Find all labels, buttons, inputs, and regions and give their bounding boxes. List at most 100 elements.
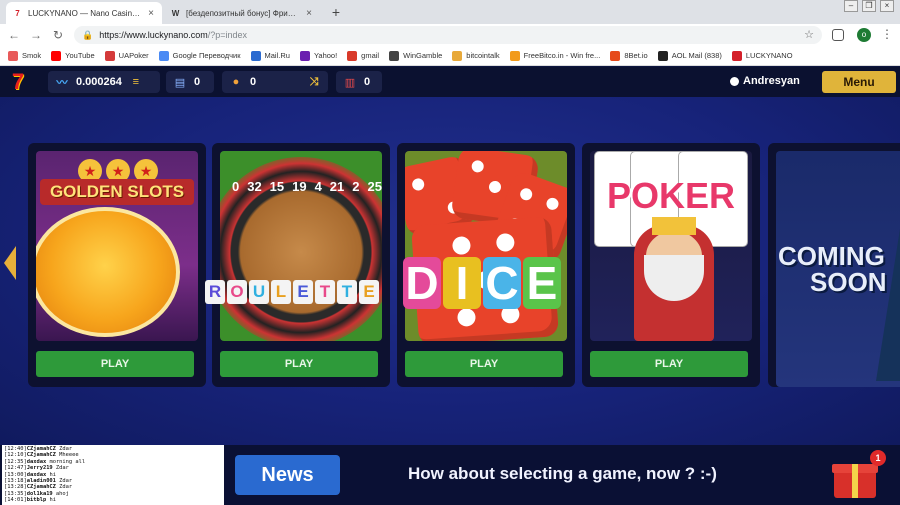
game-card-roulette[interactable]: 0 32 15 19 4 21 2 25 PLAY: [212, 143, 390, 387]
roulette-letter: T: [315, 280, 335, 304]
bookmark-favicon-icon: [51, 50, 62, 61]
dice-letter: C: [483, 257, 521, 309]
dice-letter: E: [523, 257, 561, 309]
gift-button[interactable]: 1: [832, 450, 886, 498]
browser-menu-icon[interactable]: ⋮: [881, 27, 893, 41]
bookmark-favicon-icon: [250, 50, 261, 61]
tab-title: LUCKYNANO — Nano Casino & Nano: [28, 8, 141, 18]
dice-logo-text: DICE: [403, 257, 561, 309]
chat-text: morning all: [46, 458, 86, 465]
url-path: /?p=index: [207, 30, 248, 40]
close-window-icon[interactable]: ×: [880, 0, 894, 12]
profile-avatar[interactable]: o: [857, 28, 871, 42]
menu-button[interactable]: Menu: [822, 71, 896, 93]
game-card-poker[interactable]: POKER PLAY: [582, 143, 760, 387]
new-tab-button[interactable]: +: [327, 3, 345, 21]
bookmark-label: YouTube: [65, 51, 95, 60]
game-card-golden-slots[interactable]: ★ ★ ★ GOLDEN SLOTS PLAY: [28, 143, 206, 387]
bookmark-item[interactable]: Yahoo!: [299, 50, 337, 61]
bookmark-item[interactable]: LUCKYNANO: [731, 50, 793, 61]
dice-art[interactable]: [405, 151, 567, 341]
chat-user[interactable]: daxdax: [27, 459, 46, 465]
extension-icon[interactable]: [832, 29, 844, 41]
bookmark-item[interactable]: AOL Mail (838): [657, 50, 722, 61]
poker-title: POKER: [606, 175, 736, 216]
play-roulette-button[interactable]: PLAY: [220, 351, 378, 377]
balance-value: 0.000264: [76, 76, 122, 88]
bookmark-favicon-icon: [299, 50, 310, 61]
back-icon[interactable]: ←: [6, 27, 22, 43]
tab-bonus[interactable]: W [бездепозитный бонус] Фриспины ×: [164, 2, 320, 24]
play-poker-button[interactable]: PLAY: [590, 351, 748, 377]
bookmark-item[interactable]: YouTube: [51, 50, 95, 61]
golden-slots-art[interactable]: ★ ★ ★ GOLDEN SLOTS: [36, 151, 198, 341]
cards-display[interactable]: ▥ 0: [336, 71, 382, 93]
restore-icon[interactable]: ❐: [862, 0, 876, 12]
bookmark-label: bitcointalk: [466, 51, 500, 60]
close-tab-icon[interactable]: ×: [304, 8, 314, 19]
chat-text: Zdar: [55, 484, 73, 491]
roulette-art[interactable]: 0 32 15 19 4 21 2 25: [220, 151, 382, 341]
roulette-numbers: 0 32 15 19 4 21 2 25: [232, 179, 382, 194]
user-profile[interactable]: Andresyan: [730, 75, 800, 87]
close-tab-icon[interactable]: ×: [146, 8, 156, 19]
carousel-prev-arrow-icon[interactable]: [4, 246, 16, 280]
tab-luckynano[interactable]: 7 LUCKYNANO — Nano Casino & Nano ×: [6, 2, 162, 24]
bookmark-favicon-icon: [158, 50, 169, 61]
bookmark-label: UAPoker: [118, 51, 149, 60]
coin-stack-icon: ≡: [132, 76, 140, 88]
minimize-icon[interactable]: –: [844, 0, 858, 12]
game-card-coming-soon: COMING SOON: [768, 143, 900, 387]
coins-display[interactable]: ● 0 ⤨: [222, 71, 328, 93]
play-dice-button[interactable]: PLAY: [405, 351, 563, 377]
address-bar[interactable]: 🔒 https://www.luckynano.com/?p=index ☆: [74, 26, 822, 44]
roulette-number: 15: [269, 179, 285, 194]
bookmark-label: Smok: [22, 51, 42, 60]
chat-user[interactable]: bitblp: [27, 497, 46, 503]
roulette-number: 25: [367, 179, 382, 194]
bookmark-item[interactable]: Mail.Ru: [250, 50, 290, 61]
chat-text: hi: [46, 471, 56, 478]
bookmark-item[interactable]: WinGamble: [389, 50, 443, 61]
chat-user[interactable]: Jerry219: [27, 465, 53, 471]
bookmark-label: LUCKYNANO: [745, 51, 793, 60]
roulette-number: 4: [314, 179, 322, 194]
shuffle-icon: ⤨: [309, 75, 319, 88]
chat-box[interactable]: [12:40]CZjamahCZ Zdar [12:10]CZjamahCZ Mh…: [2, 445, 224, 505]
site-header: 7 〰 0.000264 ≡ ▤ 0 ● 0 ⤨ ▥ 0 Andresyan M…: [0, 67, 900, 97]
roulette-number: 19: [292, 179, 307, 194]
balance-display[interactable]: 〰 0.000264 ≡: [48, 71, 160, 93]
bookmark-favicon-icon: [389, 50, 400, 61]
tickets-display[interactable]: ▤ 0: [166, 71, 214, 93]
user-icon: [730, 76, 739, 86]
luckynano-favicon-icon: 7: [15, 8, 20, 18]
forward-icon[interactable]: →: [28, 27, 44, 43]
bookmark-label: WinGamble: [403, 51, 443, 60]
bookmark-item[interactable]: FreeBitco.in - Win fre...: [509, 50, 601, 61]
news-button[interactable]: News: [235, 455, 340, 495]
chat-user[interactable]: CZjamahCZ: [27, 452, 56, 458]
reload-icon[interactable]: ↻: [50, 27, 66, 43]
bookmark-item[interactable]: Google Переводчик: [158, 50, 241, 61]
poker-art[interactable]: POKER: [590, 151, 752, 341]
bookmark-item[interactable]: Smok: [8, 50, 42, 61]
bookmark-item[interactable]: UAPoker: [104, 50, 149, 61]
bookmark-star-icon[interactable]: ☆: [804, 28, 814, 41]
roulette-number: 0: [232, 179, 240, 194]
chat-user[interactable]: daxdax: [27, 472, 46, 478]
site-logo[interactable]: 7: [6, 70, 30, 94]
username: Andresyan: [743, 75, 800, 87]
bookmark-favicon-icon: [347, 50, 358, 61]
game-carousel: ★ ★ ★ GOLDEN SLOTS PLAY 0 32 15 19 4 21 2 25 PL…: [0, 97, 900, 445]
chat-user[interactable]: CZjamahCZ: [27, 484, 56, 490]
play-golden-slots-button[interactable]: PLAY: [36, 351, 194, 377]
roulette-letter: R: [205, 280, 225, 304]
bookmark-item[interactable]: 8Bet.io: [610, 50, 648, 61]
bookmark-item[interactable]: gmail: [347, 50, 379, 61]
bookmark-item[interactable]: bitcointalk: [452, 50, 500, 61]
bookmark-label: FreeBitco.in - Win fre...: [523, 51, 601, 60]
cards-icon: ▥: [344, 76, 356, 89]
roulette-letter: O: [227, 280, 247, 304]
roulette-number: 21: [329, 179, 345, 194]
chat-user[interactable]: dol1ka19: [27, 491, 53, 497]
